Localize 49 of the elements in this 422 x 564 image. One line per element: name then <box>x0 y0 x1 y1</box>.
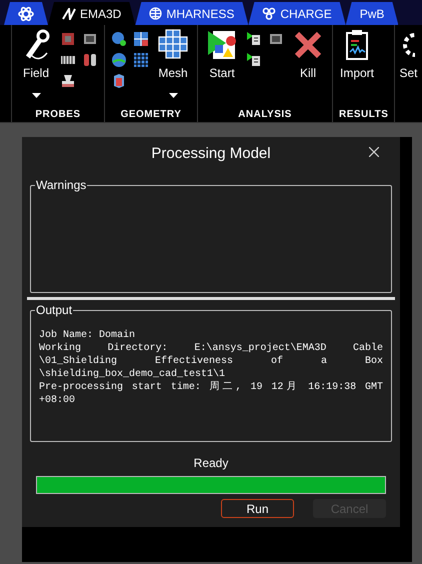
play-sheet-icon <box>246 52 262 68</box>
close-icon <box>369 147 379 157</box>
cube-icon <box>111 73 127 89</box>
output-line: Pre-processing start time: 周二, 19 12月 16:19:38 GMT <box>39 381 383 394</box>
logo-tab[interactable] <box>4 2 48 25</box>
play-sheet-icon <box>246 31 262 47</box>
group-label: Warnings <box>35 178 88 192</box>
group-label: RESULTS <box>339 108 388 122</box>
caret-icon <box>168 93 178 98</box>
group-label: Output <box>35 303 74 317</box>
ribbon-button[interactable]: Mesh <box>155 29 191 107</box>
mesh-icon <box>158 29 188 61</box>
dialog-button[interactable]: Run <box>221 499 294 518</box>
output-line: Working Directory: E:\ansys_project\EMA3D Cable <box>39 342 383 355</box>
grid-icon <box>133 31 149 47</box>
close-button[interactable] <box>367 145 381 159</box>
settings-button[interactable]: Set <box>395 29 418 107</box>
ribbon-button[interactable]: Import <box>339 29 375 107</box>
tab[interactable]: MHARNESS <box>135 2 248 25</box>
output-line: \shielding_box_demo_cad_test1\1 <box>39 368 226 381</box>
tab[interactable]: EMA3D <box>48 2 136 25</box>
dialog-title: Processing Model <box>151 144 271 164</box>
x-icon <box>293 29 323 61</box>
group-label: PROBES <box>34 108 82 122</box>
logo-icon <box>62 8 76 20</box>
box-icon <box>268 31 284 47</box>
output-line: \01_Shielding Effectiveness of a Box <box>39 355 383 368</box>
sphere-plus-icon <box>111 31 127 47</box>
frame-icon <box>60 31 76 47</box>
gears-icon <box>262 7 276 20</box>
start-icon <box>207 29 237 61</box>
group-label: ANALYSIS <box>237 108 293 122</box>
output-line: Job Name: Domain <box>39 329 136 342</box>
tab[interactable]: CHARGE <box>248 2 346 25</box>
status-text: Ready <box>192 455 230 472</box>
globe-icon <box>149 7 162 20</box>
sphere-icon <box>111 52 127 68</box>
group-label: GEOMETRY <box>120 108 182 122</box>
tab[interactable]: PwB <box>346 2 398 25</box>
probe-icon <box>60 73 76 89</box>
ribbon-button[interactable]: Field <box>18 29 54 107</box>
kill-button[interactable]: Kill <box>290 29 326 107</box>
mesh-grid-icon <box>133 52 149 68</box>
coil-icon <box>82 52 98 68</box>
ribbon-button[interactable]: Start <box>204 29 240 107</box>
output-line: +08:00 <box>39 394 76 407</box>
caret-icon <box>32 93 40 98</box>
box-icon <box>82 31 98 47</box>
atom-icon <box>18 6 34 22</box>
